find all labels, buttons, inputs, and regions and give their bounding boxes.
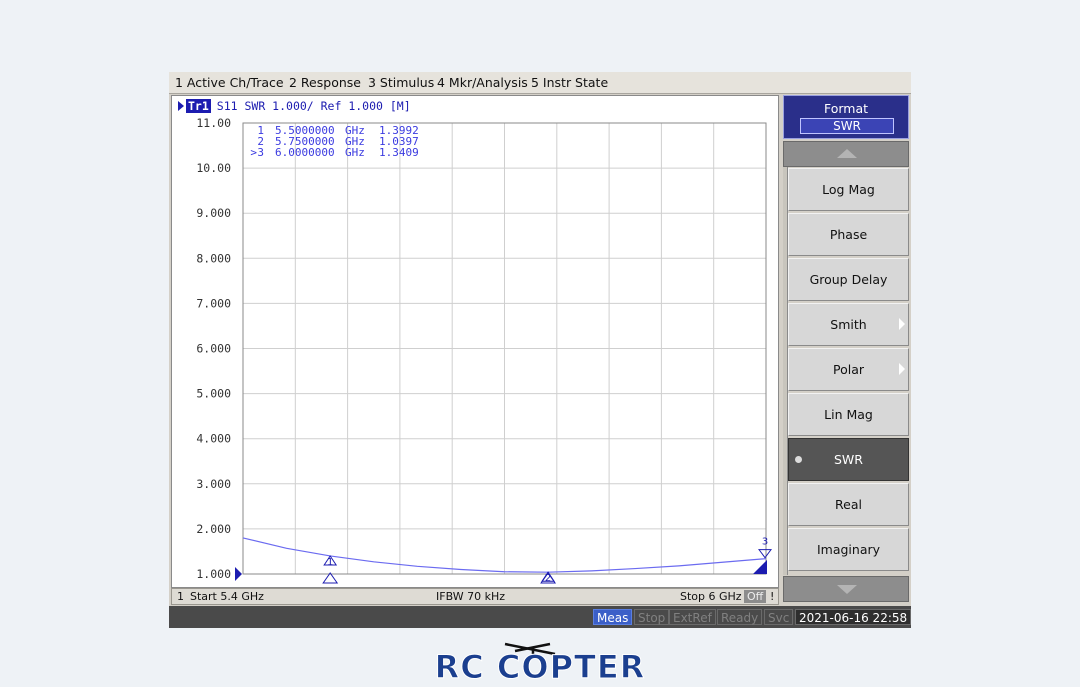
marker-label-1: 1 [327,557,333,568]
status-svc: Svc [764,609,794,625]
marker-triangle-3 [758,549,772,559]
softkey-label: SWR [834,452,863,467]
softkey-smith[interactable]: Smith [788,303,909,346]
stop-frequency[interactable]: Stop 6 GHz [680,590,742,603]
marker-readout-id: 3 [257,146,264,159]
y-tick-label: 1.000 [196,567,231,581]
y-tick-label: 5.000 [196,387,231,401]
menu-bar: 1 Active Ch/Trace 2 Response 3 Stimulus … [169,72,911,94]
status-extref: ExtRef [669,609,716,625]
off-indicator: Off [744,590,767,603]
y-tick-label: 9.000 [196,206,231,220]
logo-text: RC COPTER [435,648,646,685]
selected-indicator-icon [795,456,802,463]
trace-settings: S11 SWR 1.000/ Ref 1.000 [M] [216,99,411,113]
softkey-polar[interactable]: Polar [788,348,909,391]
scroll-up-button[interactable] [783,141,909,167]
start-frequency[interactable]: Start 5.4 GHz [190,590,264,603]
softkey-label: Lin Mag [824,407,873,422]
trace-header[interactable]: Tr1 S11 SWR 1.000/ Ref 1.000 [M] [178,99,411,113]
stop-marker-icon [753,560,767,574]
softkey-group-delay[interactable]: Group Delay [788,258,909,301]
menu-active-ch-trace[interactable]: 1 Active Ch/Trace [175,75,284,90]
format-title: Format [823,101,869,116]
reference-level-icon [235,567,242,581]
y-tick-label: 8.000 [196,251,231,265]
softkey-log-mag[interactable]: Log Mag [788,168,909,211]
marker-label-3: 3 [762,537,768,548]
ifbw-value[interactable]: IFBW 70 kHz [436,590,505,603]
format-header: Format SWR [783,95,909,139]
active-trace-icon [178,101,184,111]
marker-readout-freq: 6.0000000 [275,146,335,159]
arrow-up-icon [837,149,857,158]
softkey-panel: Format SWR Log Mag Phase Group Delay Smith P… [783,95,911,605]
warning-indicator: ! [770,590,775,603]
submenu-arrow-icon [899,318,905,330]
y-tick-label: 2.000 [196,522,231,536]
y-tick-label: 11.00 [196,116,231,130]
menu-response[interactable]: 2 Response [289,75,361,90]
menu-instr-state[interactable]: 5 Instr State [531,75,608,90]
swr-chart: 11.00 10.00 9.000 8.000 7.000 6.000 5.000 4.000… [196,116,772,584]
format-current-value: SWR [800,118,894,134]
submenu-arrow-icon [899,363,905,375]
marker-readout-value: 1.3409 [379,146,419,159]
softkey-label: Imaginary [816,542,881,557]
menu-stimulus[interactable]: 3 Stimulus [368,75,434,90]
status-stop: Stop [634,609,670,625]
softkey-real[interactable]: Real [788,483,909,526]
softkey-label: Phase [829,227,868,242]
scroll-down-button[interactable] [783,576,909,602]
softkey-label: Polar [832,362,864,377]
softkey-lin-mag[interactable]: Lin Mag [788,393,909,436]
instrument-status-bar: Meas Stop ExtRef Ready Svc 2021-06-16 22… [169,606,912,628]
y-tick-label: 10.00 [196,161,231,175]
date-time: 2021-06-16 22:58 [795,609,912,625]
y-tick-label: 4.000 [196,432,231,446]
softkey-label: Log Mag [822,182,875,197]
vna-window: 1 Active Ch/Trace 2 Response 3 Stimulus … [169,72,912,628]
softkey-label: Smith [830,317,867,332]
y-tick-label: 7.000 [196,296,231,310]
softkey-phase[interactable]: Phase [788,213,909,256]
softkey-imaginary[interactable]: Imaginary [788,528,909,571]
marker-readout-unit: GHz [345,146,365,159]
marker-readout-prefix: > [250,146,257,159]
status-ready: Ready [717,609,763,625]
softkey-label: Group Delay [809,272,888,287]
y-tick-label: 3.000 [196,477,231,491]
softkey-label: Real [835,497,862,512]
softkey-swr[interactable]: SWR [788,438,909,481]
y-tick-label: 6.000 [196,342,231,356]
trace-badge[interactable]: Tr1 [186,99,211,113]
arrow-down-icon [837,585,857,594]
chart-panel[interactable]: 11.00 10.00 9.000 8.000 7.000 6.000 5.000 4.000… [171,95,779,588]
menu-mkr-analysis[interactable]: 4 Mkr/Analysis [437,75,528,90]
status-meas: Meas [593,609,633,625]
rc-copter-logo: RC COPTER [434,642,646,685]
channel-number: 1 [177,590,184,603]
channel-status-bar: 1 Start 5.4 GHz IFBW 70 kHz Stop 6 GHz O… [171,588,779,605]
